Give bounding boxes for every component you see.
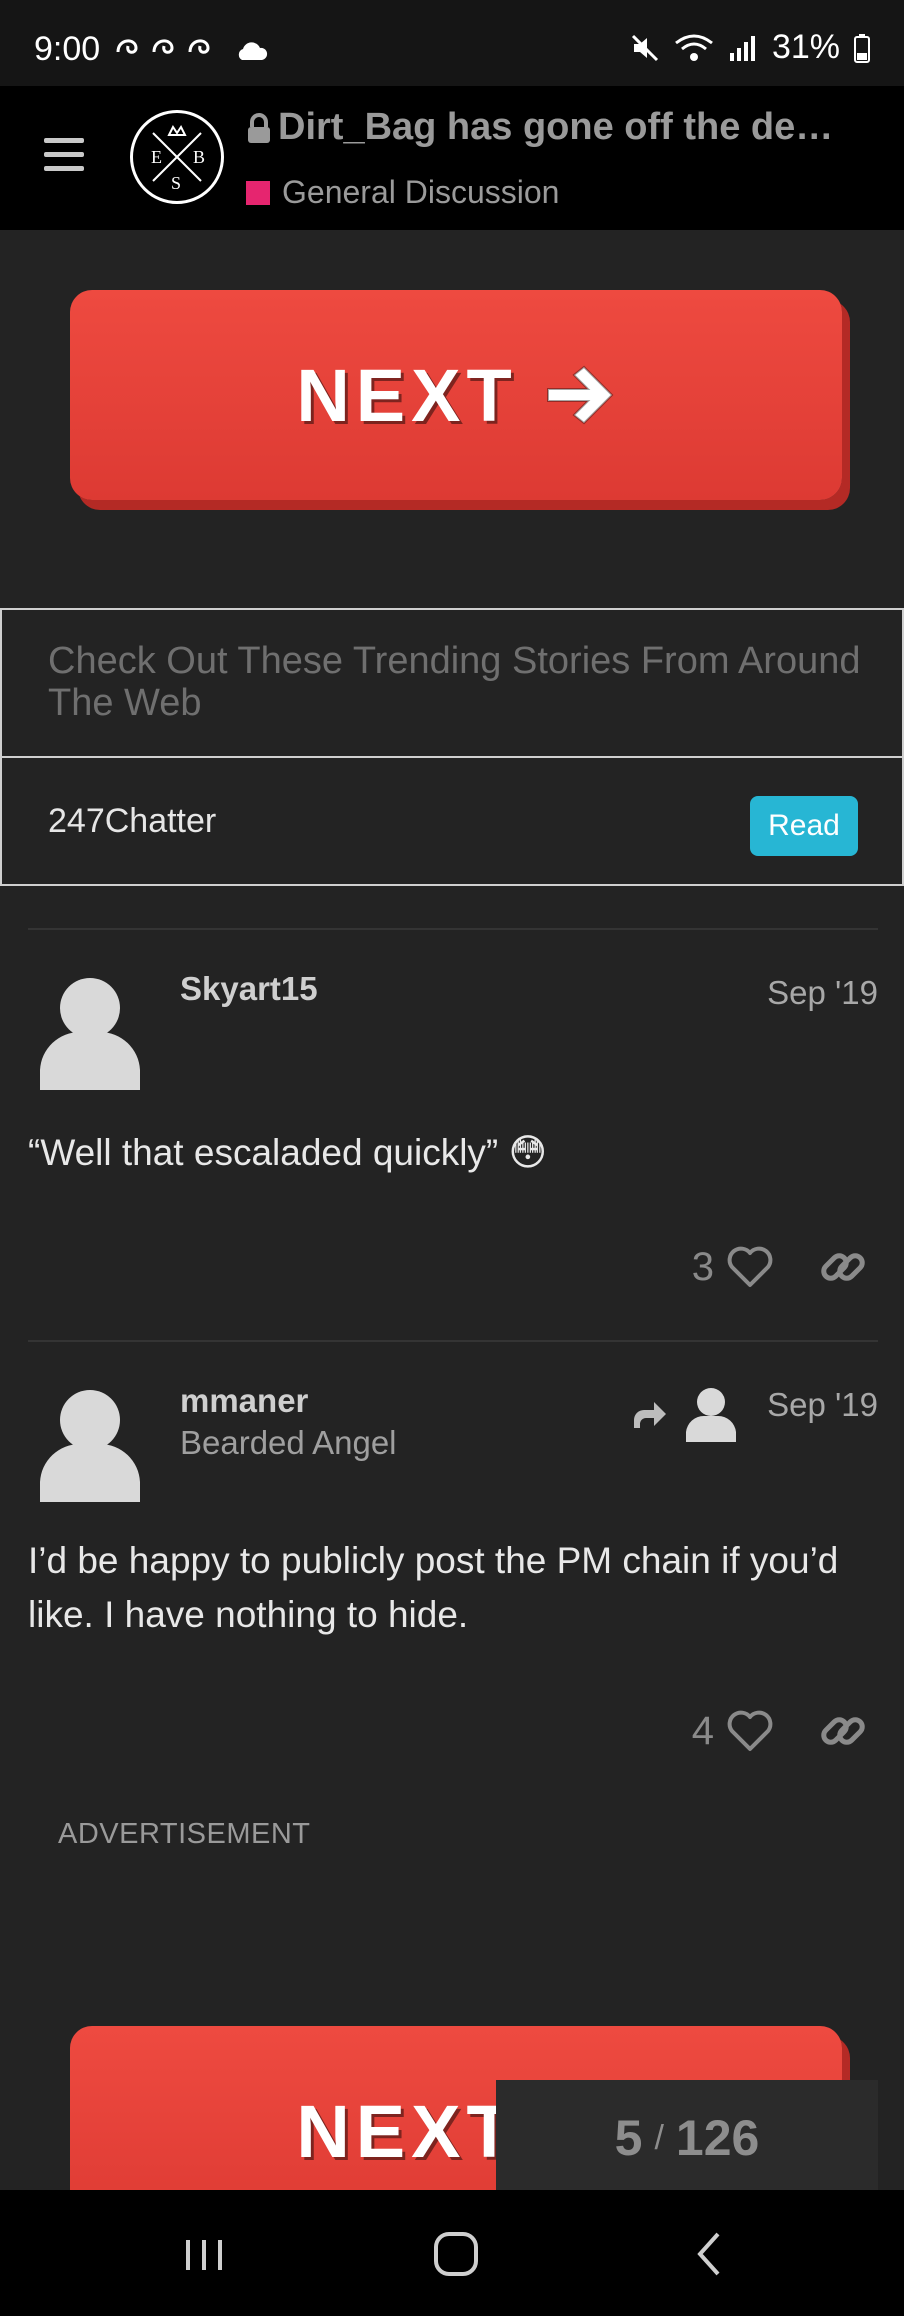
recent-apps-icon[interactable] <box>174 2226 234 2282</box>
cloud-icon <box>238 42 268 60</box>
svg-text:E: E <box>151 147 162 167</box>
topic-progress-indicator[interactable]: 5 / 126 <box>496 2080 878 2196</box>
threads-notification-icon <box>116 39 210 54</box>
signal-icon <box>729 35 755 61</box>
post-body: “Well that escaladed quickly” 😳 <box>28 1132 548 1173</box>
notification-icons <box>114 30 234 68</box>
category-label: General Discussion <box>282 174 560 210</box>
system-nav-bar <box>0 2190 904 2316</box>
avatar[interactable] <box>38 974 142 1090</box>
reply-arrow-icon[interactable] <box>632 1400 668 1430</box>
status-bar: 9:00 31% <box>0 0 904 86</box>
next-button-label: NEXT <box>296 353 518 437</box>
menu-line <box>44 138 84 143</box>
divider <box>2 756 902 758</box>
post-actions: 3 <box>692 1242 868 1292</box>
post-skyart15: Skyart15 Sep '19 “Well that escaladed qu… <box>28 928 878 1342</box>
menu-line <box>44 166 84 171</box>
read-button[interactable]: Read <box>750 796 858 856</box>
topic-title-text: Dirt_Bag has gone off the de… <box>278 106 834 148</box>
avatar[interactable] <box>38 1386 142 1502</box>
svg-text:B: B <box>193 147 205 167</box>
category-color-swatch <box>246 180 270 205</box>
svg-text:S: S <box>171 173 181 193</box>
link-icon[interactable] <box>818 1706 868 1756</box>
post-username[interactable]: Skyart15 <box>180 970 318 1008</box>
post-body: I’d be happy to publicly post the PM cha… <box>28 1540 839 1635</box>
heart-icon[interactable] <box>726 1709 774 1753</box>
next-button-label: NEXT <box>296 2089 518 2173</box>
battery-percent: 31% <box>771 28 840 66</box>
progress-total: 126 <box>675 2110 760 2166</box>
topic-title[interactable]: Dirt_Bag has gone off the de… <box>246 106 866 149</box>
topic-header: E B S Dirt_Bag has gone off the de… Gene… <box>0 86 904 230</box>
menu-line <box>44 152 84 157</box>
lock-icon <box>248 112 270 143</box>
site-logo[interactable]: E B S <box>130 110 224 204</box>
post-mmaner: mmaner Bearded Angel Sep '19 I’d be happ… <box>28 1340 878 1802</box>
next-topic-button[interactable]: NEXT <box>70 290 842 500</box>
post-date[interactable]: Sep '19 <box>767 1386 878 1424</box>
user-title: Bearded Angel <box>180 1424 397 1461</box>
heart-icon[interactable] <box>726 1245 774 1289</box>
progress-separator: / <box>654 2118 664 2157</box>
post-username[interactable]: mmaner <box>180 1382 308 1420</box>
mute-icon <box>631 34 658 61</box>
wifi-icon <box>675 34 713 61</box>
advertisement-label: ADVERTISEMENT <box>58 1818 311 1850</box>
status-time: 9:00 <box>34 30 101 68</box>
reply-to-avatar[interactable] <box>684 1386 738 1442</box>
link-icon[interactable] <box>818 1242 868 1292</box>
trending-source[interactable]: 247Chatter <box>48 802 216 841</box>
progress-current: 5 <box>614 2110 643 2166</box>
ebs-logo-icon: E B S <box>151 125 205 193</box>
like-count[interactable]: 3 <box>692 1245 714 1290</box>
trending-stories-widget: Check Out These Trending Stories From Ar… <box>0 608 904 886</box>
hamburger-menu-button[interactable] <box>44 138 84 174</box>
post-date[interactable]: Sep '19 <box>767 974 878 1012</box>
category-badge[interactable]: General Discussion <box>246 174 559 211</box>
back-icon[interactable] <box>680 2226 740 2282</box>
post-actions: 4 <box>692 1706 868 1756</box>
arrow-right-icon <box>546 365 614 425</box>
battery-icon <box>854 33 870 63</box>
trending-heading: Check Out These Trending Stories From Ar… <box>48 640 861 724</box>
home-icon[interactable] <box>426 2226 486 2282</box>
like-count[interactable]: 4 <box>692 1709 714 1754</box>
status-right: 31% <box>630 28 870 67</box>
